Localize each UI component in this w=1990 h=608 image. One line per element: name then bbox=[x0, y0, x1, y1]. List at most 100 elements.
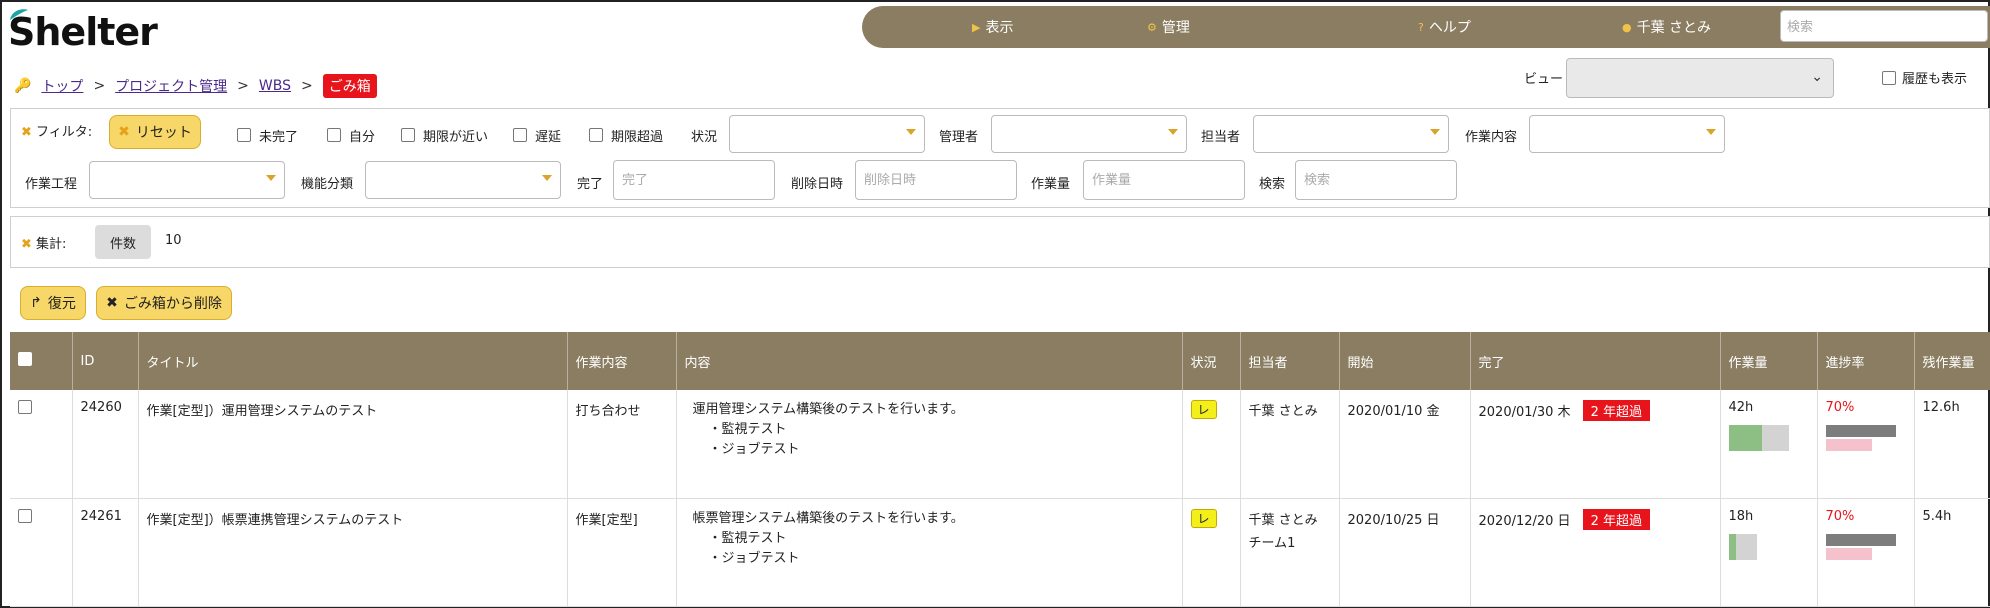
select-all-cell bbox=[10, 332, 73, 390]
manager-select[interactable] bbox=[991, 115, 1187, 153]
col-progress[interactable]: 進捗率 bbox=[1817, 332, 1915, 390]
filter-title-text: フィルタ: bbox=[36, 125, 93, 140]
count-label: 件数 bbox=[95, 225, 151, 259]
table-header-row: ID タイトル 作業内容 内容 状況 担当者 開始 完了 作業量 進捗率 残作業… bbox=[10, 332, 1990, 390]
overdue-badge: 2 年超過 bbox=[1582, 508, 1650, 530]
filter-mine-checkbox[interactable] bbox=[327, 128, 341, 142]
col-assignee[interactable]: 担当者 bbox=[1240, 332, 1340, 390]
restore-button[interactable]: ↱ 復元 bbox=[20, 286, 86, 320]
col-end[interactable]: 完了 bbox=[1470, 332, 1721, 390]
logo-leaf-icon bbox=[10, 9, 28, 20]
feature-select[interactable] bbox=[365, 161, 561, 199]
breadcrumb-project[interactable]: プロジェクト管理 bbox=[115, 76, 227, 96]
row-id: 24260 bbox=[72, 390, 139, 499]
key-icon: 🔑 bbox=[14, 78, 32, 94]
col-id[interactable]: ID bbox=[72, 332, 139, 390]
history-toggle[interactable]: 履歴も表示 bbox=[1882, 68, 1967, 87]
nav-user[interactable]: ● 千葉 さとみ bbox=[1622, 17, 1711, 37]
process-label: 作業工程 bbox=[25, 177, 78, 192]
row-progress: 70% bbox=[1825, 508, 1855, 524]
deleted-input[interactable] bbox=[855, 160, 1017, 200]
view-select[interactable]: ⌄ bbox=[1566, 58, 1834, 98]
trash-table: ID タイトル 作業内容 内容 状況 担当者 開始 完了 作業量 進捗率 残作業… bbox=[10, 332, 1990, 607]
row-description: 運用管理システム構築後のテストを行います。 ・監視テスト ・ジョブテスト bbox=[676, 390, 1183, 499]
nav-view[interactable]: ▶ 表示 bbox=[972, 17, 1013, 37]
done-input[interactable] bbox=[613, 160, 775, 200]
row-end: 2020/12/20 日 bbox=[1478, 513, 1571, 529]
nav-user-label: 千葉 さとみ bbox=[1636, 20, 1712, 36]
view-label: ビュー bbox=[1524, 72, 1564, 87]
filter-delayed-checkbox[interactable] bbox=[513, 128, 527, 142]
user-icon: ● bbox=[1622, 20, 1632, 34]
desc-line: 帳票管理システム構築後のテストを行います。 bbox=[692, 510, 964, 526]
col-start[interactable]: 開始 bbox=[1339, 332, 1471, 390]
row-start: 2020/01/10 金 bbox=[1339, 390, 1471, 499]
filter-incomplete-checkbox[interactable] bbox=[237, 128, 251, 142]
select-all-checkbox[interactable] bbox=[18, 352, 32, 366]
breadcrumb-separator: > bbox=[301, 78, 313, 94]
dropdown-caret-icon bbox=[1430, 129, 1440, 135]
row-checkbox[interactable] bbox=[18, 508, 32, 523]
effort-input[interactable] bbox=[1083, 160, 1245, 200]
assignee-name: 千葉 さとみ bbox=[1248, 512, 1318, 528]
row-end-cell: 2020/12/20 日 2 年超過 bbox=[1470, 498, 1721, 607]
col-work[interactable]: 作業内容 bbox=[567, 332, 677, 390]
reset-button-label: リセット bbox=[135, 125, 192, 141]
count-value: 10 bbox=[165, 233, 182, 248]
assignee-select[interactable] bbox=[1253, 115, 1449, 153]
col-remaining[interactable]: 残作業量 bbox=[1914, 332, 1990, 390]
breadcrumb-wbs[interactable]: WBS bbox=[259, 78, 291, 94]
row-end-cell: 2020/01/30 木 2 年超過 bbox=[1470, 390, 1721, 499]
status-label: 状況 bbox=[691, 130, 718, 145]
collapse-x-icon[interactable]: ✖ bbox=[21, 125, 32, 140]
search-input[interactable] bbox=[1295, 160, 1457, 200]
delete-button-label: ごみ箱から削除 bbox=[123, 296, 222, 312]
row-title[interactable]: 作業[定型]）運用管理システムのテスト bbox=[138, 390, 568, 499]
assignee-label: 担当者 bbox=[1201, 130, 1241, 145]
global-search-input[interactable] bbox=[1780, 10, 1988, 42]
col-effort[interactable]: 作業量 bbox=[1720, 332, 1818, 390]
row-status-cell: レ bbox=[1182, 390, 1241, 499]
col-description[interactable]: 内容 bbox=[676, 332, 1183, 390]
logo-text: Shelter bbox=[8, 10, 158, 54]
row-end: 2020/01/30 木 bbox=[1478, 405, 1571, 420]
col-status[interactable]: 状況 bbox=[1182, 332, 1241, 390]
feature-label: 機能分類 bbox=[301, 177, 354, 192]
process-select[interactable] bbox=[89, 161, 285, 199]
table-row[interactable]: 24260 作業[定型]）運用管理システムのテスト 打ち合わせ 運用管理システム… bbox=[10, 390, 1990, 499]
dropdown-caret-icon bbox=[906, 129, 916, 135]
work-type-select[interactable] bbox=[1529, 115, 1725, 153]
row-id: 24261 bbox=[72, 498, 139, 607]
nav-help[interactable]: ? ヘルプ bbox=[1418, 17, 1471, 37]
delete-from-trash-button[interactable]: ✖ ごみ箱から削除 bbox=[96, 286, 232, 320]
filter-due-soon-checkbox[interactable] bbox=[401, 128, 415, 142]
desc-line: ・ジョブテスト bbox=[708, 550, 800, 566]
history-checkbox[interactable] bbox=[1882, 70, 1896, 85]
assignee-name: 千葉 さとみ bbox=[1248, 404, 1318, 419]
reset-button[interactable]: ✖ リセット bbox=[109, 115, 201, 149]
effort-bar bbox=[1728, 425, 1789, 451]
row-effort: 42h bbox=[1728, 400, 1754, 415]
breadcrumb-top[interactable]: トップ bbox=[41, 76, 83, 96]
desc-line: ・ジョブテスト bbox=[708, 442, 800, 457]
collapse-x-icon[interactable]: ✖ bbox=[21, 237, 32, 252]
done-label: 完了 bbox=[577, 177, 604, 192]
summary-title: ✖ 集計: bbox=[21, 233, 66, 252]
row-work: 打ち合わせ bbox=[567, 390, 677, 499]
table-row[interactable]: 24261 作業[定型]）帳票連携管理システムのテスト 作業[定型] 帳票管理シ… bbox=[10, 498, 1990, 607]
filter-due-soon-label: 期限が近い bbox=[423, 130, 489, 145]
effort-label: 作業量 bbox=[1031, 177, 1071, 192]
row-assignee: 千葉 さとみ チーム1 bbox=[1240, 498, 1340, 607]
x-icon: ✖ bbox=[118, 124, 130, 140]
row-effort-cell: 42h bbox=[1720, 390, 1818, 499]
row-work: 作業[定型] bbox=[567, 498, 677, 607]
nav-admin[interactable]: ⚙ 管理 bbox=[1147, 17, 1190, 37]
filter-overdue-checkbox[interactable] bbox=[589, 128, 603, 142]
app-logo[interactable]: Shelter bbox=[8, 6, 158, 58]
status-select[interactable] bbox=[729, 115, 925, 153]
search-label: 検索 bbox=[1259, 177, 1286, 192]
row-checkbox[interactable] bbox=[18, 400, 32, 414]
row-title[interactable]: 作業[定型]）帳票連携管理システムのテスト bbox=[138, 498, 568, 607]
col-title[interactable]: タイトル bbox=[138, 332, 568, 390]
progress-bar-track bbox=[1825, 425, 1896, 437]
